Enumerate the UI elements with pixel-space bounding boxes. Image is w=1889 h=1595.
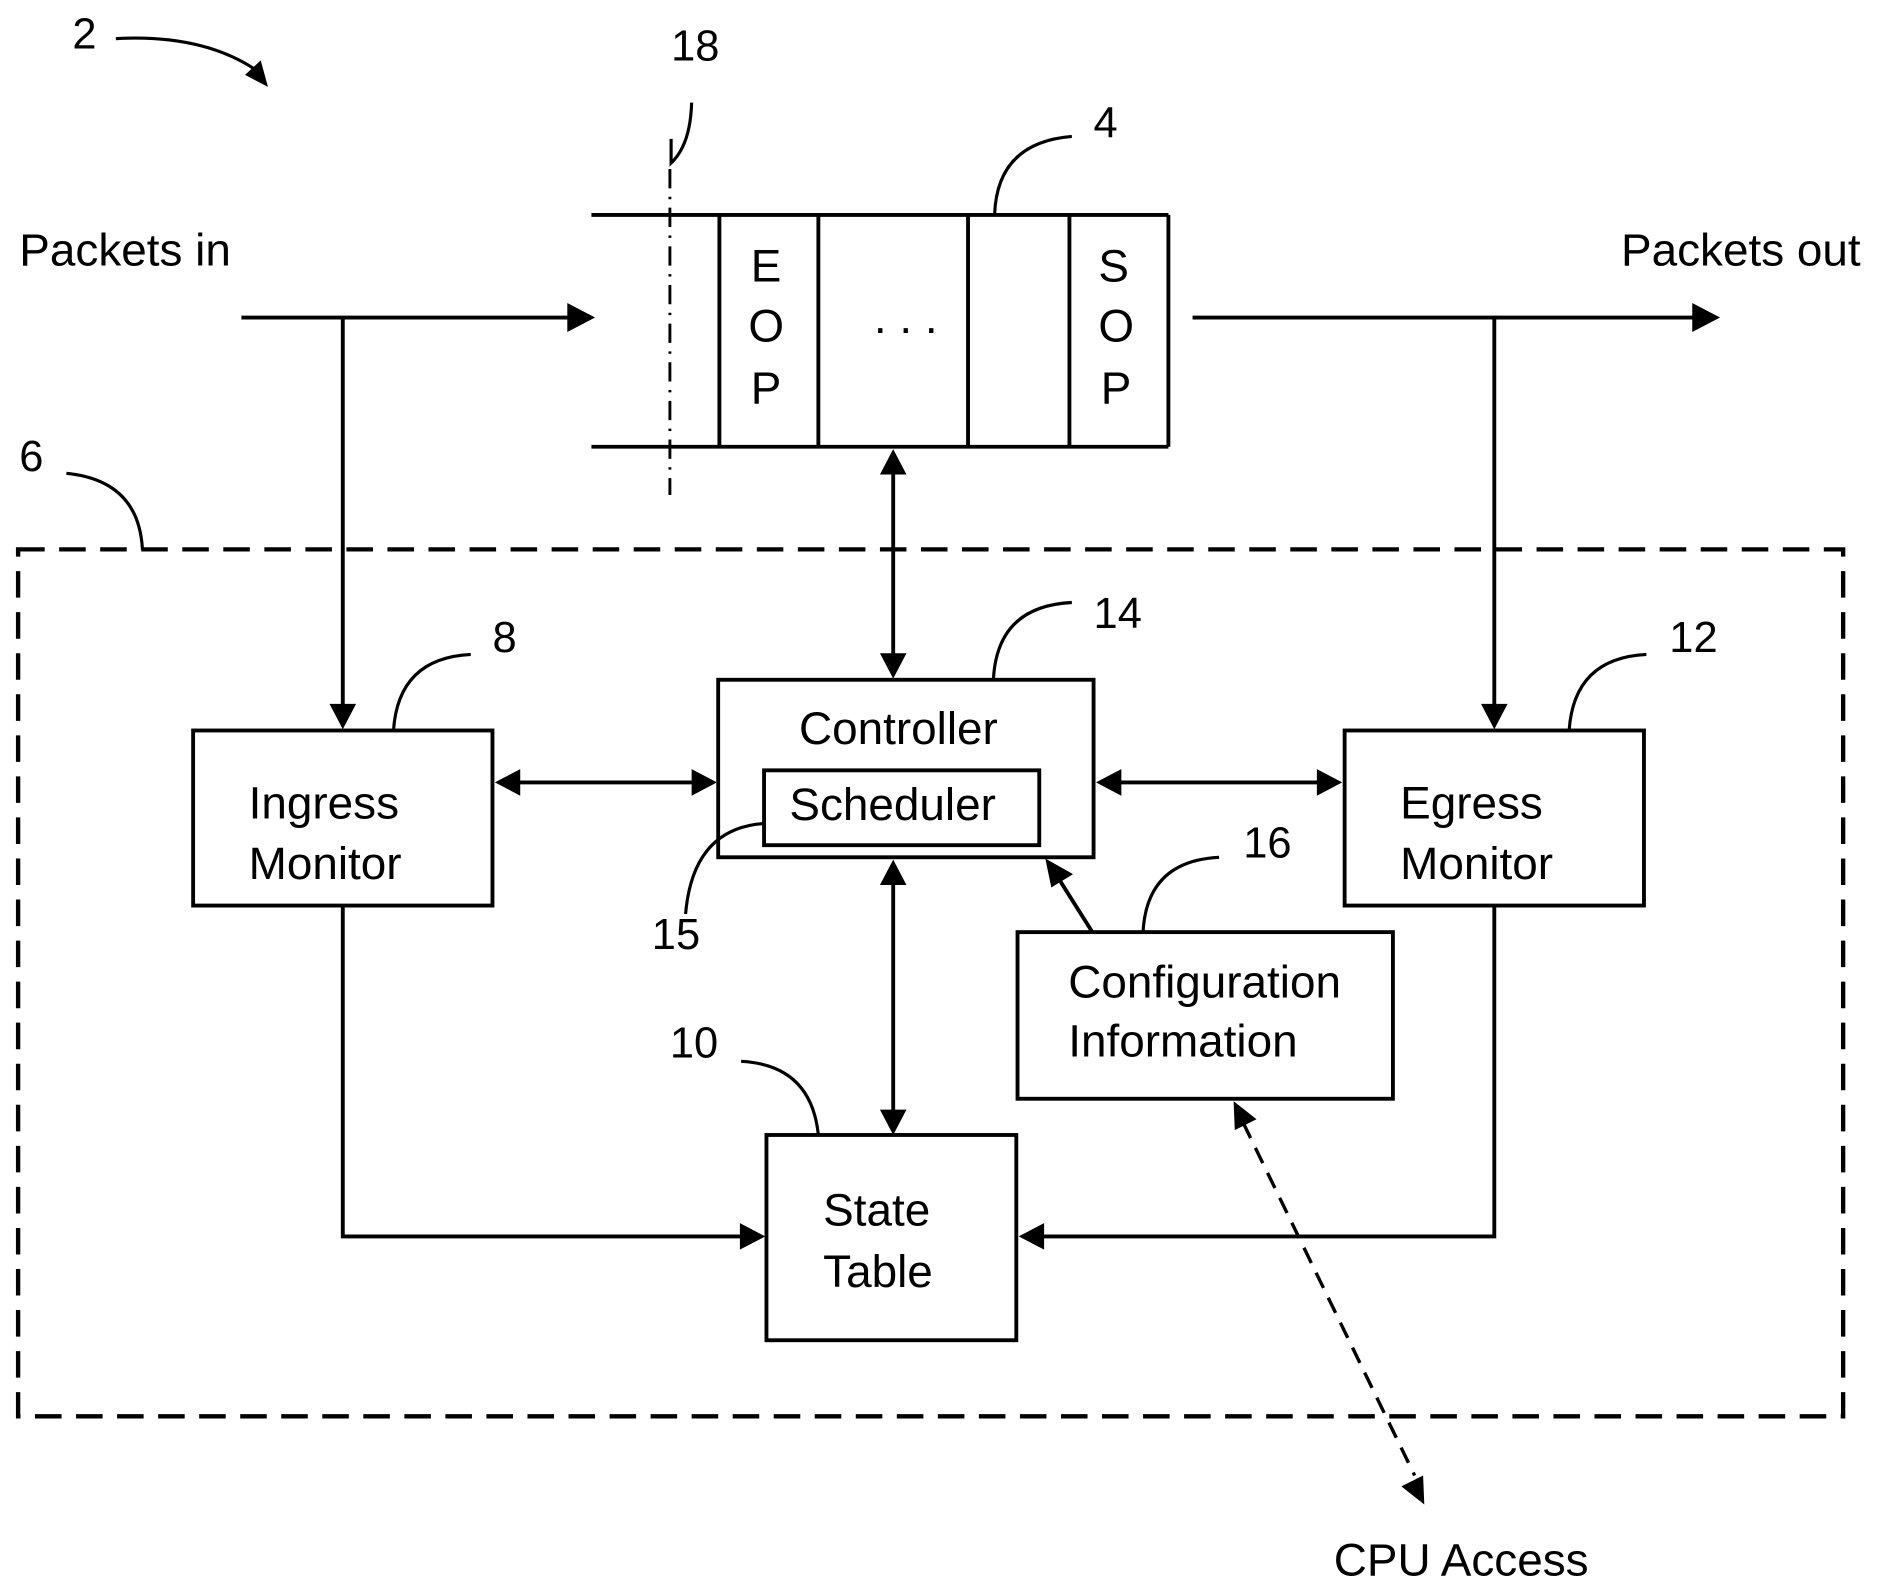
arrow-left-icon [494, 769, 521, 796]
scheduler-label: Scheduler [789, 778, 995, 830]
ingress-monitor-block: Ingress Monitor 8 [191, 614, 517, 908]
ref-label-egress-monitor: 12 [1669, 614, 1717, 662]
arrow-down-icon [1401, 1475, 1425, 1505]
eop-letter: E [751, 239, 782, 291]
configuration-block: Configuration Information 16 [1015, 819, 1395, 1101]
ref-label-buffer: 4 [1094, 100, 1118, 148]
sop-letter: P [1101, 361, 1132, 413]
arrow-right-icon [567, 303, 596, 333]
arrow-down-icon [879, 653, 907, 679]
configuration-label: Information [1068, 1014, 1297, 1066]
egress-monitor-label: Egress [1400, 777, 1543, 829]
arrow-right-icon [1316, 769, 1343, 796]
ref-egress-leader [1567, 652, 1647, 731]
ref-management-block-leader [66, 471, 144, 550]
arrow-down-icon [1481, 703, 1508, 730]
ref-label-state-table: 10 [670, 1020, 718, 1068]
config-controller-link [1055, 875, 1094, 934]
ref-system-leader [115, 36, 261, 74]
packets-out-label: Packets out [1621, 224, 1861, 276]
ingress-monitor-label: Ingress [249, 777, 399, 829]
arrow-left-icon [1095, 769, 1122, 796]
ref-controller-leader [991, 600, 1072, 680]
arrow-down-icon [329, 703, 357, 730]
cpu-access-link [1241, 1122, 1417, 1477]
ref-label-configuration: 16 [1243, 819, 1291, 867]
controller-block: Controller Scheduler 14 15 [652, 590, 1142, 959]
ref-label-system: 2 [72, 10, 96, 58]
ref-label-scheduler: 15 [652, 911, 700, 959]
ingress-monitor-label: Monitor [249, 837, 402, 889]
configuration-label: Configuration [1068, 955, 1341, 1007]
ref-cut-line-leader [669, 102, 694, 167]
ref-cut-line: 18 [668, 22, 719, 496]
packet-buffer: E O P . . . S O P 4 [591, 100, 1171, 449]
arrow-right-icon [1692, 303, 1721, 333]
egress-monitor-block: Egress Monitor 12 [1342, 614, 1718, 908]
ref-ingress-leader [391, 652, 471, 731]
ref-configuration-leader [1141, 855, 1220, 933]
ref-label-cut-line: 18 [671, 22, 719, 70]
arrow-up-icon [879, 859, 907, 886]
eop-letter: O [748, 300, 784, 352]
ref-system: 2 [72, 10, 268, 87]
arrow-down-icon [879, 1109, 907, 1135]
state-table-block: State Table 10 [670, 1020, 1019, 1343]
arrow-up-icon [879, 449, 907, 475]
buffer-ellipsis: . . . [874, 291, 938, 343]
ref-state-table-leader [741, 1059, 820, 1136]
packet-buffer-diagram: 2 18 Packets in E O P . . . S O P 4 Pack… [15, 10, 1861, 1586]
ref-label-controller: 14 [1094, 590, 1142, 638]
cpu-access-label: CPU Access [1334, 1534, 1589, 1586]
arrow-up-left-icon [1045, 858, 1074, 888]
ref-label-management-block: 6 [19, 433, 43, 481]
eop-letter: P [751, 361, 782, 413]
state-table-label: Table [823, 1245, 933, 1297]
packets-in-label: Packets in [19, 224, 231, 276]
arrow-right-icon [739, 1223, 766, 1250]
state-table-box [764, 1133, 1019, 1343]
arrow-right-icon [691, 769, 717, 796]
controller-label: Controller [799, 702, 998, 754]
sop-letter: S [1098, 239, 1129, 291]
arrow-left-icon [1018, 1223, 1045, 1250]
ref-buffer-leader [993, 134, 1072, 215]
state-table-label: State [823, 1184, 930, 1236]
ref-label-ingress-monitor: 8 [492, 614, 516, 662]
egress-monitor-label: Monitor [1400, 837, 1553, 889]
sop-letter: O [1098, 300, 1134, 352]
